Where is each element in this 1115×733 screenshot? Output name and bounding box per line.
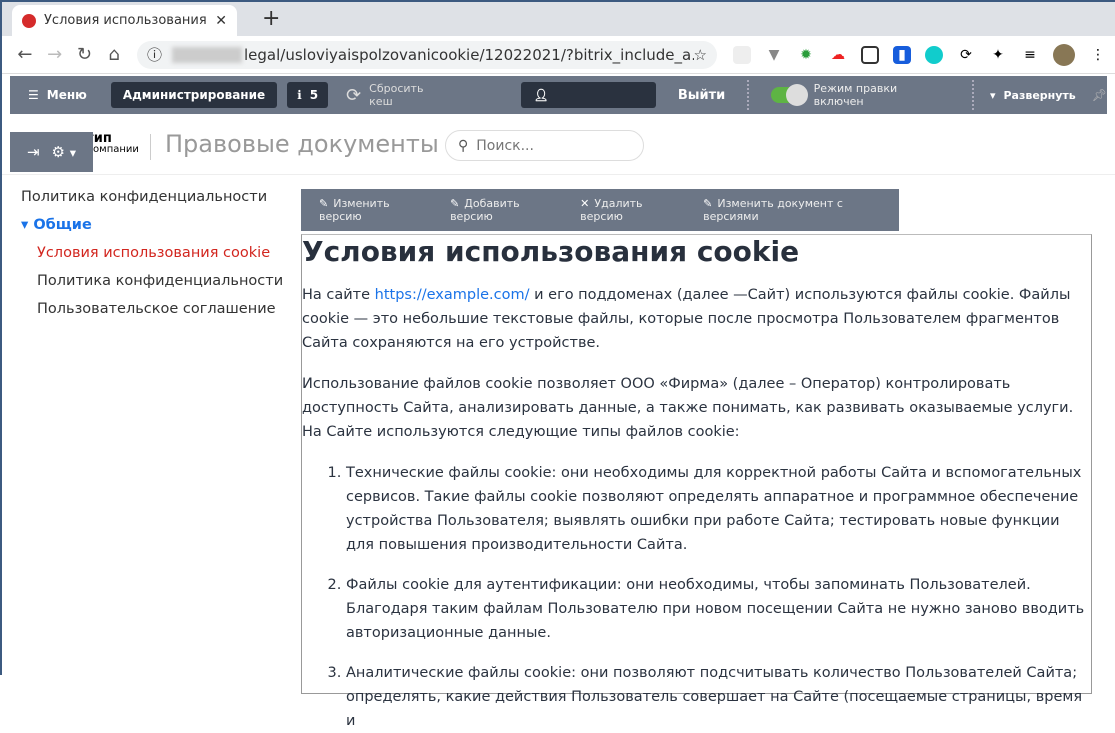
edit-document-button[interactable]: ✎Изменить документ с версиями	[703, 197, 899, 223]
notification-count: 5	[310, 88, 318, 102]
cookie-types-list: Технические файлы cookie: они необходимы…	[302, 461, 1087, 733]
menu-button[interactable]: ☰ Меню	[28, 88, 87, 102]
admin-button[interactable]: Администрирование	[111, 82, 277, 108]
media-icon[interactable]: ≡	[1021, 46, 1039, 64]
list-item: Технические файлы cookie: они необходимы…	[346, 461, 1087, 557]
menu-dots-icon[interactable]: ⋮	[1089, 46, 1107, 64]
pin-area-icon[interactable]: ⇥	[27, 143, 40, 161]
bitwarden-icon[interactable]: ▮	[893, 46, 911, 64]
divider	[747, 80, 749, 110]
label: Изменить версию	[319, 197, 390, 223]
list-item: Файлы cookie для аутентификации: они нео…	[346, 573, 1087, 645]
info-icon: ⓘ	[147, 44, 162, 65]
puzzle-icon[interactable]: ✦	[989, 46, 1007, 64]
sidebar-item-privacy[interactable]: Политика конфиденциальности	[21, 186, 283, 214]
browser-tab[interactable]: Условия использования cookie ✕	[12, 5, 237, 36]
user-button[interactable]: 👤︎	[521, 82, 655, 108]
pencil-icon: ✎	[450, 197, 459, 210]
paragraph: На сайте https://example.com/ и его подд…	[302, 283, 1087, 355]
sidebar-item-user-agreement[interactable]: Пользовательское соглашение	[21, 298, 283, 326]
edit-mode-toggle[interactable]	[771, 87, 803, 103]
blurred-domain	[172, 47, 242, 63]
logout-button[interactable]: Выйти	[678, 88, 725, 103]
caret-down-icon: ▾	[21, 217, 33, 233]
address-bar-row: ← → ↻ ⌂ ⓘ legal/usloviyaispolzovanicooki…	[2, 36, 1115, 74]
home-icon[interactable]: ⌂	[99, 44, 129, 65]
favicon-icon	[22, 14, 36, 28]
clear-cache-button[interactable]: ⟳ Сбросить кеш	[346, 82, 445, 108]
url-input[interactable]: ⓘ legal/usloviyaispolzovanicookie/120220…	[137, 41, 717, 69]
document-title: Условия использования cookie	[302, 235, 1087, 269]
back-icon[interactable]: ←	[10, 44, 40, 65]
document-content: Условия использования cookie На сайте ht…	[301, 234, 1092, 694]
sync-extension-icon[interactable]: ⟳	[957, 46, 975, 64]
vue-extension-icon[interactable]: ▼	[765, 46, 783, 64]
logo: гипкомпании	[87, 134, 139, 155]
new-tab-button[interactable]: +	[262, 6, 280, 31]
hamburger-icon: ☰	[28, 88, 39, 102]
cloud-extension-icon[interactable]: ☁	[829, 46, 847, 64]
admin-panel: ☰ Меню Администрирование ℹ5 ⟳ Сбросить кеш…	[10, 76, 1107, 114]
document-toolbar: ✎Изменить версию ✎Добавить версию ✕Удали…	[301, 189, 899, 231]
edit-version-button[interactable]: ✎Изменить версию	[319, 197, 434, 223]
extension-icon[interactable]	[733, 46, 751, 64]
pin-icon[interactable]: 📌︎	[1092, 88, 1107, 102]
pencil-icon: ✎	[319, 197, 328, 210]
divider	[2, 174, 1115, 175]
page-title: Правовые документы	[165, 130, 439, 158]
gear-icon[interactable]: ⚙ ▾	[52, 143, 77, 161]
bookmark-star-icon[interactable]: ☆	[694, 46, 707, 64]
text: На сайте	[302, 287, 375, 303]
divider	[150, 134, 151, 160]
search-input[interactable]	[476, 138, 626, 154]
avatar[interactable]	[1053, 44, 1075, 66]
extensions: ▼ ✹ ☁ ▮ ⟳ ✦ ≡ ⋮	[733, 44, 1107, 66]
label: Удалить версию	[580, 197, 642, 223]
group-label: Общие	[33, 217, 91, 233]
add-version-button[interactable]: ✎Добавить версию	[450, 197, 564, 223]
close-icon: ✕	[580, 197, 589, 210]
notifications-button[interactable]: ℹ5	[287, 82, 328, 108]
delete-version-button[interactable]: ✕Удалить версию	[580, 197, 687, 223]
site-link[interactable]: https://example.com/	[375, 287, 530, 303]
url-text: legal/usloviyaispolzovanicookie/12022021…	[244, 46, 694, 64]
expand-button[interactable]: ▾ Развернуть	[990, 89, 1076, 102]
bug-extension-icon[interactable]: ✹	[797, 46, 815, 64]
tab-strip: Условия использования cookie ✕ +	[2, 2, 1115, 36]
search-icon: ⚲	[458, 138, 468, 154]
forward-icon[interactable]: →	[40, 44, 70, 65]
info-icon: ℹ	[297, 88, 302, 102]
pencil-icon: ✎	[703, 197, 712, 210]
area-toolbar: ⇥ ⚙ ▾	[10, 132, 93, 172]
label: Добавить версию	[450, 197, 520, 223]
sidebar: Политика конфиденциальности ▾ Общие Усло…	[21, 186, 283, 326]
label: Изменить документ с версиями	[703, 197, 843, 223]
clear-cache-label: Сбросить кеш	[369, 82, 445, 108]
profile-extension-icon[interactable]	[925, 46, 943, 64]
refresh-icon: ⟳	[346, 85, 361, 106]
screenshot-extension-icon[interactable]	[861, 46, 879, 64]
sidebar-item-cookie[interactable]: Условия использования cookie	[21, 242, 283, 270]
divider	[972, 80, 974, 110]
expand-label: Развернуть	[1003, 89, 1075, 102]
reload-icon[interactable]: ↻	[70, 44, 100, 65]
edit-mode-label: Режим правки включен	[814, 82, 944, 108]
caret-down-icon: ▾	[990, 89, 996, 102]
tab-title: Условия использования cookie	[44, 13, 209, 28]
paragraph: Использование файлов cookie позволяет ОО…	[302, 372, 1087, 444]
menu-label: Меню	[47, 88, 87, 102]
sidebar-group-general[interactable]: ▾ Общие	[21, 214, 283, 242]
sidebar-item-privacy-policy[interactable]: Политика конфиденциальности	[21, 270, 283, 298]
user-icon: 👤︎	[533, 88, 548, 102]
search-box[interactable]: ⚲	[445, 130, 644, 161]
close-tab-icon[interactable]: ✕	[215, 13, 227, 29]
list-item: Аналитические файлы cookie: они позволяю…	[346, 661, 1087, 733]
